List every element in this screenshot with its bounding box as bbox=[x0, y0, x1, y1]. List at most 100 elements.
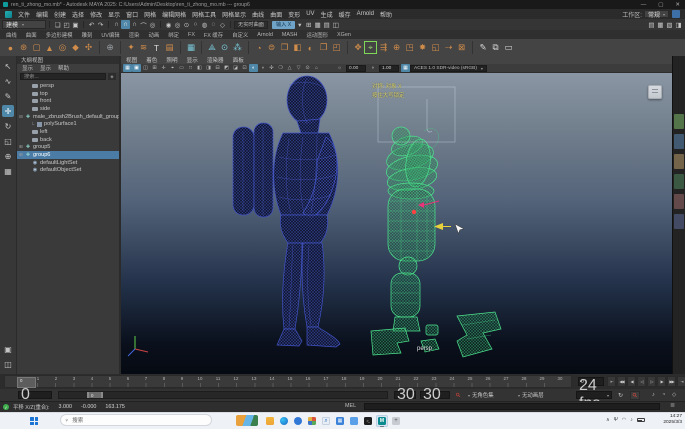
menu-item[interactable]: 创建 bbox=[51, 10, 69, 19]
tool-icon[interactable]: ▦ bbox=[2, 165, 14, 177]
shelf-tab[interactable]: 曲面 bbox=[26, 31, 37, 39]
menu-item[interactable]: 网格工具 bbox=[189, 10, 219, 19]
exposure-field[interactable]: 0.00 bbox=[346, 65, 366, 72]
viewport-toolbar-icon[interactable]: ◧ bbox=[195, 64, 204, 72]
strip-thumbnail[interactable] bbox=[674, 154, 684, 169]
menu-item[interactable]: UV bbox=[303, 11, 317, 17]
selection-mask-icon[interactable]: ◉ bbox=[164, 20, 173, 29]
status-icon[interactable]: ▾ bbox=[295, 20, 304, 29]
shelf-tab[interactable]: UV编辑 bbox=[101, 31, 119, 39]
shelf-tool-icon[interactable]: ⊕ bbox=[390, 41, 403, 54]
shelf-tool-icon[interactable]: ⁂ bbox=[231, 41, 244, 54]
shelf-tool-icon[interactable]: ⊕ bbox=[99, 41, 116, 54]
auto-key-button[interactable]: ⚲ bbox=[630, 391, 640, 400]
shelf-tool-icon[interactable]: ⟁ bbox=[201, 41, 218, 54]
outliner-item[interactable]: defaultObjectSet bbox=[17, 167, 119, 175]
start-button[interactable] bbox=[30, 417, 38, 425]
outliner-item[interactable]: ⊞ group6 bbox=[17, 151, 119, 159]
snap-icon[interactable]: ∩ bbox=[121, 20, 130, 29]
selection-mask-icon[interactable]: ◍ bbox=[200, 20, 209, 29]
strip-thumbnail[interactable] bbox=[674, 214, 684, 229]
strip-thumbnail[interactable] bbox=[674, 114, 684, 129]
menu-item[interactable]: 缓存 bbox=[336, 10, 354, 19]
shelf-tab[interactable]: 自定义 bbox=[232, 31, 248, 39]
shelf-tab[interactable]: FX 缓存 bbox=[204, 31, 223, 39]
shelf-tab[interactable]: MASH bbox=[282, 32, 298, 38]
viewport-menu-item[interactable]: 视图 bbox=[126, 56, 137, 64]
range-end-field-a[interactable]: 30 bbox=[394, 391, 416, 399]
shelf-tab[interactable]: 曲线 bbox=[6, 31, 17, 39]
file-action-icon[interactable]: ▣ bbox=[71, 20, 80, 29]
shelf-tool-icon[interactable]: ❐ bbox=[317, 41, 330, 54]
shelf-tab[interactable]: 运动图形 bbox=[306, 31, 328, 39]
taskbar-app-button[interactable] bbox=[362, 415, 374, 427]
snap-icon[interactable]: ◎ bbox=[148, 20, 157, 29]
workspace-settings-icon[interactable] bbox=[672, 10, 680, 18]
exposure-icon[interactable]: ☼ bbox=[335, 64, 344, 72]
viewport-toolbar-icon[interactable]: ▽ bbox=[294, 64, 303, 72]
shelf-tab[interactable]: 多边形建模 bbox=[46, 31, 73, 39]
filter-icon[interactable]: ◈ bbox=[108, 73, 116, 80]
viewport-toolbar-icon[interactable]: △ bbox=[285, 64, 294, 72]
shelf-tool-icon[interactable]: ✣ bbox=[82, 41, 95, 54]
shelf-tool-icon[interactable]: ✸ bbox=[416, 41, 429, 54]
shelf-tool-icon[interactable]: ▢ bbox=[30, 41, 43, 54]
taskbar-app-button[interactable] bbox=[306, 415, 318, 427]
shelf-tool-icon[interactable]: ◧ bbox=[291, 41, 304, 54]
panel-toggle-icon[interactable]: ▦ bbox=[656, 20, 665, 29]
shelf-tool-icon[interactable]: ⊛ bbox=[17, 41, 30, 54]
range-start-field[interactable]: 0 bbox=[18, 391, 52, 399]
shelf-tab[interactable]: Arnold bbox=[257, 32, 273, 38]
character-set-dropdown[interactable]: ▾无角色集 bbox=[468, 391, 494, 399]
snap-icon[interactable]: ∩ bbox=[112, 20, 121, 29]
outliner-item[interactable]: ⊟ male_zbrush2Brush_default_group bbox=[17, 113, 119, 121]
outliner-item[interactable]: front bbox=[17, 97, 119, 105]
outliner-item[interactable]: side bbox=[17, 105, 119, 113]
tool-icon[interactable]: ⊕ bbox=[2, 150, 14, 162]
shelf-tool-icon[interactable]: ✥ bbox=[347, 41, 364, 54]
shelf-tool-icon[interactable]: ✎ bbox=[472, 41, 489, 54]
viewport-toolbar-icon[interactable]: ◪ bbox=[231, 64, 240, 72]
microphone-icon[interactable]: Ψ bbox=[614, 417, 618, 423]
viewport-toolbar-icon[interactable]: ▭ bbox=[177, 64, 186, 72]
menu-item[interactable]: 变形 bbox=[285, 10, 303, 19]
shelf-tool-icon[interactable]: ⧉ bbox=[489, 41, 502, 54]
shelf-tool-icon[interactable]: ⇶ bbox=[377, 41, 390, 54]
maximize-button[interactable]: ▢ bbox=[658, 2, 663, 8]
viewport-toolbar-icon[interactable]: ◩ bbox=[222, 64, 231, 72]
viewport-toolbar-icon[interactable]: □ bbox=[186, 64, 195, 72]
shelf-tool-icon[interactable]: ≋ bbox=[137, 41, 150, 54]
menu-item[interactable]: 文件 bbox=[15, 10, 33, 19]
shelf-tab[interactable]: XGen bbox=[337, 32, 351, 38]
viewport-canvas[interactable]: 对称: 对象 X 按住大写锁定 persp bbox=[121, 73, 672, 374]
script-editor-icon[interactable]: ≣ bbox=[670, 402, 675, 409]
shelf-tool-icon[interactable]: ✦ bbox=[120, 41, 137, 54]
undo-redo-icon[interactable]: ↷ bbox=[96, 20, 105, 29]
taskbar-clock[interactable]: 14:27 2025/3/3 bbox=[663, 414, 682, 427]
taskbar-app-button[interactable] bbox=[278, 415, 290, 427]
selection-mask-icon[interactable]: ⊙ bbox=[182, 20, 191, 29]
viewport-menu-item[interactable]: 显示 bbox=[187, 56, 198, 64]
tool-icon[interactable]: ✛ bbox=[2, 105, 14, 117]
menu-item[interactable]: 网格显示 bbox=[219, 10, 249, 19]
undo-redo-icon[interactable]: ↶ bbox=[87, 20, 96, 29]
outliner-item[interactable]: top bbox=[17, 90, 119, 98]
file-action-icon[interactable]: ◰ bbox=[62, 20, 71, 29]
panel-toggle-icon[interactable]: ◨ bbox=[674, 20, 683, 29]
menu-set-dropdown[interactable]: 建模▾ bbox=[2, 20, 46, 29]
taskbar-app-button[interactable] bbox=[376, 415, 388, 427]
menu-item[interactable]: 生成 bbox=[318, 10, 336, 19]
selection-mask-icon[interactable]: ◇ bbox=[218, 20, 227, 29]
colorspace-dropdown[interactable]: ACES 1.0 SDR-video (sRGB)▾ bbox=[410, 65, 487, 72]
shelf-tool-icon[interactable]: ◎ bbox=[56, 41, 69, 54]
playback-button[interactable]: ⇥ bbox=[677, 376, 685, 387]
shelf-tool-icon[interactable]: ● bbox=[4, 41, 17, 54]
tool-icon[interactable]: ◱ bbox=[2, 135, 14, 147]
playback-button[interactable]: ⇤ bbox=[607, 376, 616, 387]
viewport-toolbar-icon[interactable]: ◫ bbox=[141, 64, 150, 72]
taskbar-app-button[interactable] bbox=[334, 415, 346, 427]
shelf-tool-icon[interactable]: T bbox=[150, 41, 163, 54]
playback-button[interactable]: ▶ bbox=[657, 376, 666, 387]
shelf-tool-icon[interactable]: ◱ bbox=[429, 41, 442, 54]
menu-item[interactable]: Arnold bbox=[354, 11, 377, 17]
